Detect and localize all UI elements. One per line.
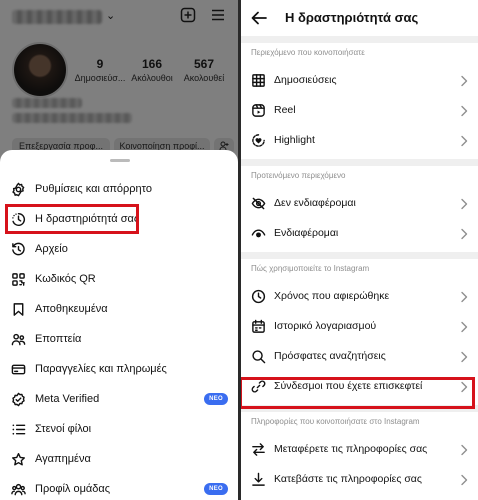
grid-icon bbox=[250, 72, 266, 88]
supervision-icon bbox=[10, 331, 26, 347]
chevron-right-icon bbox=[460, 350, 468, 363]
sheet-item-archive[interactable]: Αρχείο bbox=[0, 234, 238, 264]
activity-item-account-history[interactable]: Ιστορικό λογαριασμού bbox=[241, 311, 478, 341]
sheet-item-label: Παραγγελίες και πληρωμές bbox=[35, 363, 167, 375]
sheet-item-label: Αρχείο bbox=[35, 243, 68, 255]
activity-item-transfer-info[interactable]: Μεταφέρετε τις πληροφορίες σας bbox=[241, 434, 478, 464]
settings-icon bbox=[10, 181, 26, 197]
sheet-item-label: Ρυθμίσεις και απόρρητο bbox=[35, 183, 152, 195]
eye-icon bbox=[250, 225, 266, 241]
activity-item-label: Πρόσφατες αναζητήσεις bbox=[274, 350, 386, 362]
sheet-item-label: Κωδικός QR bbox=[35, 273, 96, 285]
highlight-box-links-visited bbox=[241, 377, 475, 409]
sheet-item-settings[interactable]: Ρυθμίσεις και απόρρητο bbox=[0, 174, 238, 204]
clock-icon bbox=[250, 288, 266, 304]
section-label: Προτεινόμενο περιεχόμενο bbox=[251, 171, 346, 180]
sheet-item-orders-payments[interactable]: Παραγγελίες και πληρωμές bbox=[0, 354, 238, 384]
transfer-icon bbox=[250, 441, 266, 457]
new-badge: ΝΕΟ bbox=[204, 483, 228, 495]
activity-item-label: Χρόνος που αφιερώθηκε bbox=[274, 290, 390, 302]
chevron-right-icon bbox=[460, 197, 468, 210]
highlight-box-your-activity bbox=[5, 204, 139, 234]
chevron-right-icon bbox=[460, 320, 468, 333]
sheet-item-meta-verified[interactable]: Meta Verified ΝΕΟ bbox=[0, 384, 238, 414]
activity-item-label: Μεταφέρετε τις πληροφορίες σας bbox=[274, 443, 428, 455]
chevron-right-icon bbox=[460, 443, 468, 456]
profile-panel: ⌄ 9 Δημοσιεύσ... 166 Ακόλουθοι 567 Ακολο… bbox=[0, 0, 238, 500]
verified-icon bbox=[10, 391, 26, 407]
chevron-right-icon bbox=[460, 134, 468, 147]
activity-item-highlights[interactable]: Highlight bbox=[241, 125, 478, 155]
activity-item-label: Δεν ενδιαφέρομαι bbox=[274, 197, 356, 209]
download-icon bbox=[250, 471, 266, 487]
section-separator bbox=[241, 252, 478, 259]
sheet-drag-handle[interactable] bbox=[110, 159, 130, 162]
highlight-icon bbox=[250, 132, 266, 148]
activity-item-label: Ενδιαφέρομαι bbox=[274, 227, 339, 239]
sheet-item-favorites[interactable]: Αγαπημένα bbox=[0, 444, 238, 474]
sheet-item-label: Εποπτεία bbox=[35, 333, 82, 345]
star-icon bbox=[10, 451, 26, 467]
activity-item-interested[interactable]: Ενδιαφέρομαι bbox=[241, 218, 478, 248]
eye-off-icon bbox=[250, 195, 266, 211]
section-label: Πληροφορίες που κοινοποιήσατε στο Instag… bbox=[251, 417, 420, 426]
activity-header: Η δραστηριότητά σας bbox=[241, 0, 478, 36]
card-icon bbox=[10, 361, 26, 377]
chevron-right-icon bbox=[460, 290, 468, 303]
activity-item-label: Κατεβάστε τις πληροφορίες σας bbox=[274, 473, 422, 485]
sheet-item-label: Αποθηκευμένα bbox=[35, 303, 108, 315]
bookmark-icon bbox=[10, 301, 26, 317]
back-arrow-icon[interactable] bbox=[249, 8, 269, 28]
archive-icon bbox=[10, 241, 26, 257]
section-separator bbox=[241, 159, 478, 166]
sheet-item-qr-code[interactable]: Κωδικός QR bbox=[0, 264, 238, 294]
chevron-right-icon bbox=[460, 227, 468, 240]
section-label: Πώς χρησιμοποιείτε το Instagram bbox=[251, 264, 370, 273]
calendar-icon bbox=[250, 318, 266, 334]
sheet-item-saved[interactable]: Αποθηκευμένα bbox=[0, 294, 238, 324]
activity-item-label: Ιστορικό λογαριασμού bbox=[274, 320, 377, 332]
group-icon bbox=[10, 481, 26, 497]
activity-item-label: Highlight bbox=[274, 134, 315, 146]
activity-panel: Η δραστηριότητά σας Περιεχόμενο που κοιν… bbox=[241, 0, 478, 500]
bottom-sheet: Ρυθμίσεις και απόρρητο Η δραστηριότητά σα… bbox=[0, 150, 238, 500]
activity-item-recent-searches[interactable]: Πρόσφατες αναζητήσεις bbox=[241, 341, 478, 371]
sheet-item-supervision[interactable]: Εποπτεία bbox=[0, 324, 238, 354]
activity-item-download-info[interactable]: Κατεβάστε τις πληροφορίες σας bbox=[241, 464, 478, 494]
search-icon bbox=[250, 348, 266, 364]
chevron-right-icon bbox=[460, 74, 468, 87]
sheet-item-label: Meta Verified bbox=[35, 393, 100, 405]
page-title: Η δραστηριότητά σας bbox=[285, 10, 419, 25]
section-separator bbox=[241, 36, 478, 43]
section-label: Περιεχόμενο που κοινοποιήσατε bbox=[251, 48, 365, 57]
new-badge: ΝΕΟ bbox=[204, 393, 228, 405]
sheet-item-label: Αγαπημένα bbox=[35, 453, 91, 465]
list-icon bbox=[10, 421, 26, 437]
sheet-item-group-profile[interactable]: Προφίλ ομάδας ΝΕΟ bbox=[0, 474, 238, 500]
activity-item-not-interested[interactable]: Δεν ενδιαφέρομαι bbox=[241, 188, 478, 218]
sheet-item-close-friends[interactable]: Στενοί φίλοι bbox=[0, 414, 238, 444]
activity-item-label: Reel bbox=[274, 104, 296, 116]
activity-item-posts[interactable]: Δημοσιεύσεις bbox=[241, 65, 478, 95]
activity-item-time-spent[interactable]: Χρόνος που αφιερώθηκε bbox=[241, 281, 478, 311]
qr-icon bbox=[10, 271, 26, 287]
chevron-right-icon bbox=[460, 473, 468, 486]
activity-item-reels[interactable]: Reel bbox=[241, 95, 478, 125]
reel-icon bbox=[250, 102, 266, 118]
sheet-item-label: Προφίλ ομάδας bbox=[35, 483, 111, 495]
sheet-item-label: Στενοί φίλοι bbox=[35, 423, 92, 435]
activity-item-label: Δημοσιεύσεις bbox=[274, 74, 337, 86]
chevron-right-icon bbox=[460, 104, 468, 117]
